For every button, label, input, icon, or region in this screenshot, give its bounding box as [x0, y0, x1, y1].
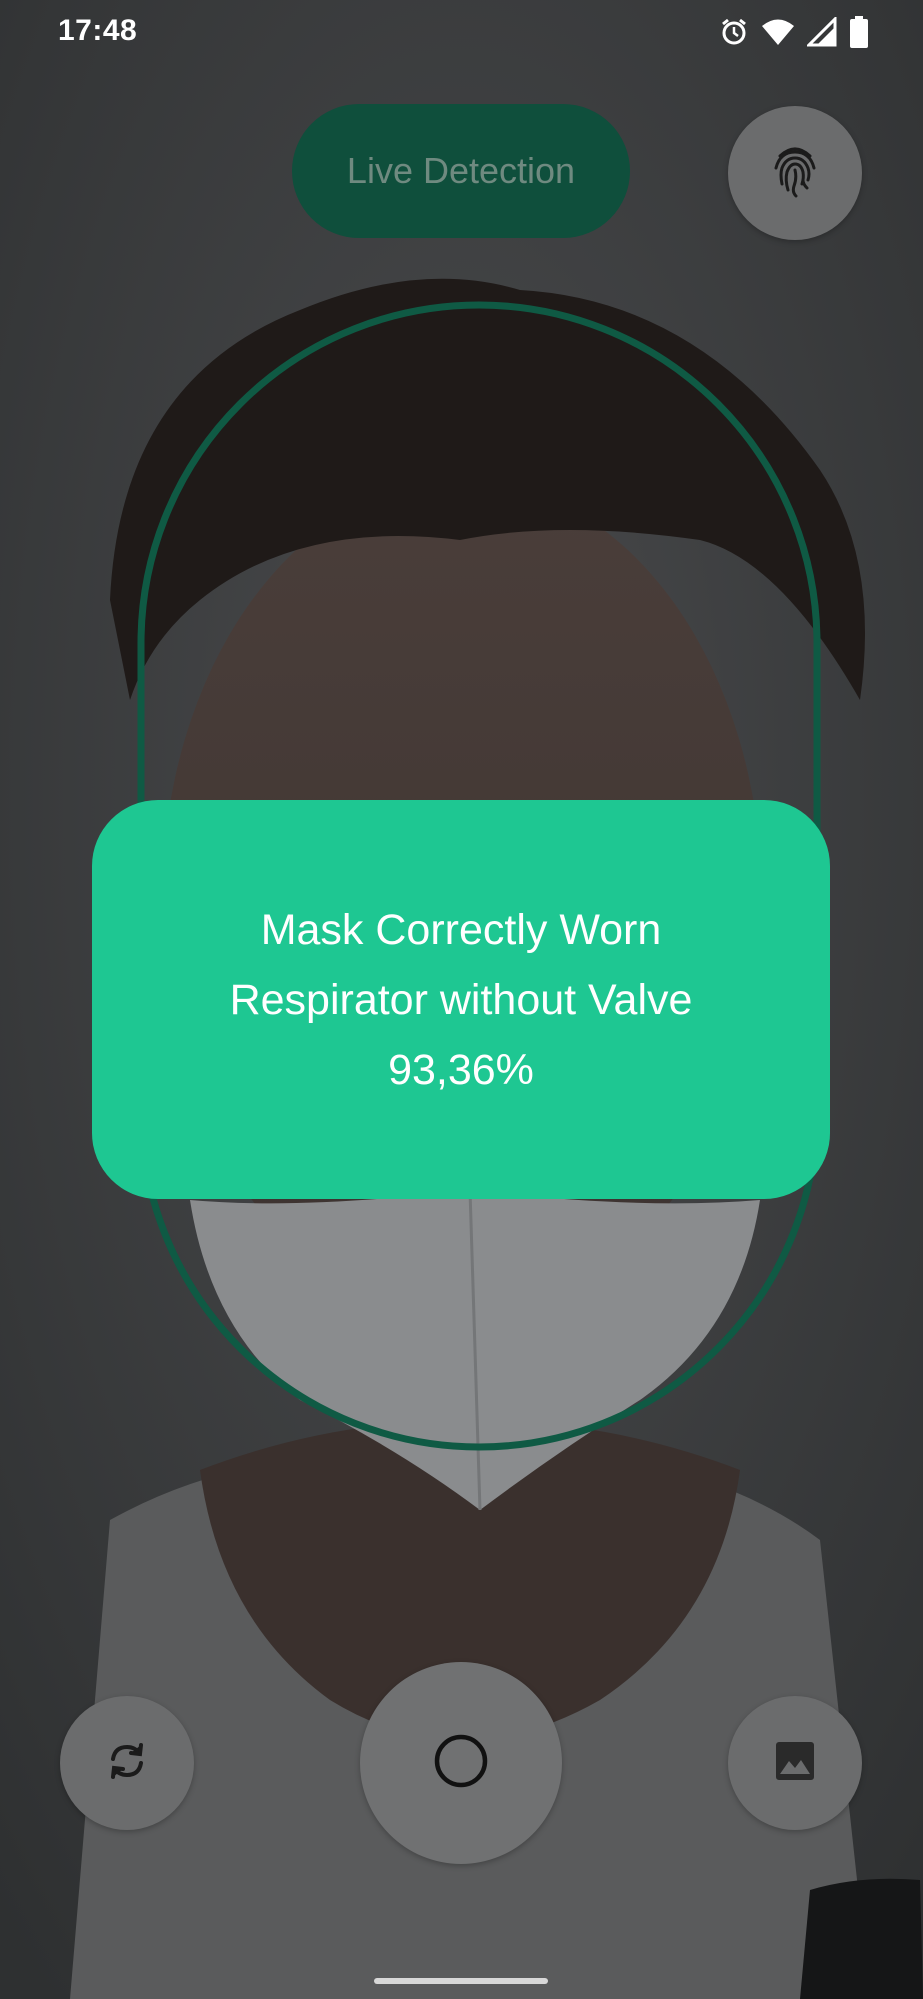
fingerprint-icon: [772, 144, 818, 203]
gesture-nav-handle[interactable]: [374, 1978, 548, 1984]
result-mask-type: Respirator without Valve: [229, 975, 693, 1024]
result-status: Mask Correctly Worn: [260, 905, 662, 954]
gallery-icon: [773, 1739, 817, 1788]
switch-camera-button[interactable]: [60, 1696, 194, 1830]
status-time: 17:48: [58, 14, 138, 47]
alarm-icon: [719, 17, 749, 47]
camera-screen: 17:48 Live Detection Mask Correctly Worn…: [0, 0, 923, 1999]
result-confidence: 93,36%: [388, 1045, 534, 1094]
detection-result-card: Mask Correctly Worn Respirator without V…: [92, 800, 830, 1199]
fingerprint-button[interactable]: [728, 106, 862, 240]
status-icons: [719, 14, 869, 50]
wifi-icon: [761, 17, 795, 47]
capture-button[interactable]: [360, 1662, 562, 1864]
live-detection-toggle[interactable]: Live Detection: [292, 104, 630, 238]
circle-icon: [433, 1733, 489, 1794]
signal-icon: [807, 17, 837, 47]
battery-icon: [849, 16, 869, 48]
live-detection-label: Live Detection: [346, 150, 576, 191]
status-bar: 17:48: [0, 0, 923, 64]
gallery-button[interactable]: [728, 1696, 862, 1830]
switch-camera-icon: [103, 1737, 151, 1790]
